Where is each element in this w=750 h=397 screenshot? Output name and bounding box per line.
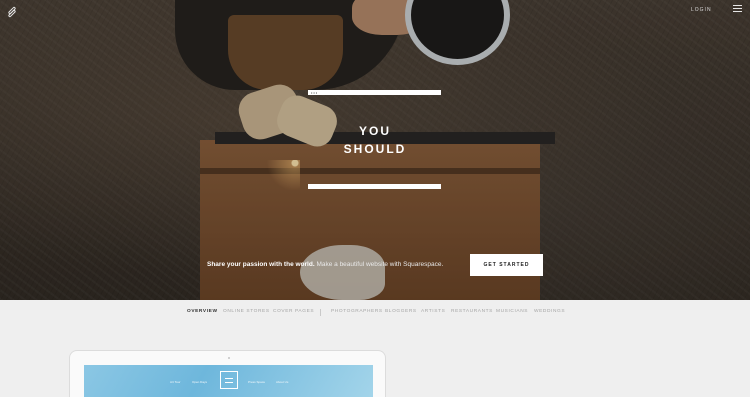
tab-restaurants[interactable]: RESTAURANTS [451,309,493,314]
typing-dots: ••• [311,90,319,95]
preview-logo-icon [220,371,238,389]
animated-text-bar-bottom [308,184,441,189]
preview-nav-item: Open Days [192,380,208,384]
tab-overview[interactable]: OVERVIEW [187,309,218,314]
preview-nav-item: Art Tour [170,380,181,384]
preview-screen: Art Tour Open Days Press Space About Us [84,365,373,397]
tab-weddings[interactable]: WEDDINGS [534,309,565,314]
hero-title-line-1: YOU [358,124,391,138]
hero-tagline: Share your passion with the world. Make … [207,260,443,269]
tab-cover-pages[interactable]: COVER PAGES [273,309,314,314]
camera-dot [228,357,230,359]
tagline-strong: Share your passion with the world. [207,261,315,268]
preview-nav-item: About Us [276,380,289,384]
squarespace-logo-icon[interactable] [6,6,18,18]
preview-nav-item: Press Space [248,380,266,384]
tab-musicians[interactable]: MUSICIANS [496,309,528,314]
laptop-preview: Art Tour Open Days Press Space About Us [69,350,386,397]
hero-title-line-2: SHOULD [343,142,407,156]
hero-title: YOU SHOULD [300,122,450,158]
tabs-divider [320,309,321,316]
login-link[interactable]: LOGIN [691,6,712,14]
animated-text-bar-top: ••• [308,90,441,95]
tab-online-stores[interactable]: ONLINE STORES [223,309,270,314]
hero-section: LOGIN ••• YOU SHOULD Share your passion … [0,0,750,300]
tagline-rest: Make a beautiful website with Squarespac… [314,261,444,268]
get-started-button[interactable]: GET STARTED [470,254,543,276]
hamburger-menu-icon[interactable] [733,5,742,14]
tab-artists[interactable]: ARTISTS [421,309,445,314]
tab-photographers[interactable]: PHOTOGRAPHERS [331,309,383,314]
tab-bloggers[interactable]: BLOGGERS [385,309,417,314]
category-tabs: OVERVIEW ONLINE STORES COVER PAGES PHOTO… [0,300,750,325]
